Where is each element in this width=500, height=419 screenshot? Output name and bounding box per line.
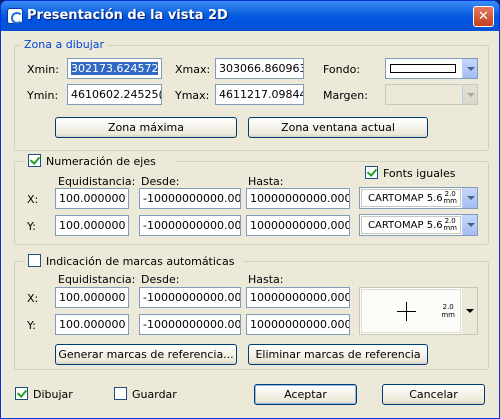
marcas-symbol-preview: 2.0 mm [361,289,461,333]
fondo-combo[interactable] [385,58,478,79]
aceptar-button[interactable]: Aceptar [254,384,357,405]
dibujar-checkbox[interactable] [15,387,28,400]
marcas-col-equidistancia: Equidistancia: [58,273,136,286]
marcas-col-hasta: Hasta: [248,273,284,286]
marcas-symbol-size: 2.0 mm [441,303,455,319]
marcas-symbol-size-value: 2.0 [442,303,454,311]
marcas-symbol-combo[interactable]: 2.0 mm [359,287,478,335]
numeracion-x-font-preview: CARTOMAP 5.6 2.0 mm [361,189,461,207]
marcas-x-label: X: [27,292,39,305]
fonts-iguales-label: Fonts iguales [383,167,456,180]
fonts-iguales-checkbox[interactable] [365,166,378,179]
numeracion-x-hasta[interactable]: 10000000000.0000 [246,188,350,209]
ymax-field[interactable]: 4611217.09844€ [215,84,304,105]
marcas-symbol-size-unit: mm [441,311,455,319]
guardar-label: Guardar [132,388,177,401]
numeracion-x-font-size-unit: mm [443,197,457,205]
fondo-color-swatch [390,64,456,73]
marcas-y-label: Y: [27,319,36,332]
numeracion-y-font-size-unit: mm [443,224,457,232]
numeracion-checkbox[interactable] [28,154,41,167]
numeracion-y-hasta[interactable]: 10000000000.0000 [246,215,350,236]
marcas-x-desde[interactable]: -10000000000.000 [139,287,241,308]
ymin-field[interactable]: 4610602.24525( [67,84,162,105]
fondo-dropdown-arrow-icon[interactable] [462,59,477,78]
numeracion-x-label: X: [27,193,39,206]
marcas-x-equidistancia[interactable]: 100.000000 [55,287,129,308]
numeracion-label: Numeración de ejes [46,155,156,168]
numeracion-y-font-size: 2.0 mm [443,218,457,232]
close-button[interactable]: ✕ [473,6,494,27]
numeracion-x-font-size: 2.0 mm [443,191,457,205]
zona-ventana-actual-button[interactable]: Zona ventana actual [248,117,428,138]
marcas-y-hasta[interactable]: 10000000000.0000 [246,314,350,335]
dibujar-label: Dibujar [33,388,73,401]
title-bar[interactable]: Presentación de la vista 2D ✕ [1,1,499,31]
window-title: Presentación de la vista 2D [27,8,228,23]
fondo-label: Fondo: [323,63,361,76]
numeracion-y-label: Y: [27,220,36,233]
numeracion-x-equidistancia[interactable]: 100.000000 [55,188,129,209]
numeracion-y-equidistancia[interactable]: 100.000000 [55,215,129,236]
numeracion-col-desde: Desde: [141,175,180,188]
marcas-checkbox[interactable] [28,254,41,267]
marcas-x-hasta[interactable]: 10000000000.0000 [246,287,350,308]
numeracion-y-font-combo[interactable]: CARTOMAP 5.6 2.0 mm [359,214,478,236]
app-icon [7,8,23,24]
numeracion-group-header: Numeración de ejes [25,154,175,168]
eliminar-marcas-button[interactable]: Eliminar marcas de referencia [248,344,428,365]
margen-dropdown-arrow-icon[interactable] [462,85,477,104]
marcas-group-header: Indicación de marcas automáticas [25,254,243,268]
numeracion-col-equidistancia: Equidistancia: [58,175,136,188]
guardar-checkbox[interactable] [114,387,127,400]
numeracion-y-font-name: CARTOMAP 5.6 [368,220,443,231]
cancelar-button[interactable]: Cancelar [382,384,485,405]
numeracion-x-font-name: CARTOMAP 5.6 [368,193,443,204]
marcas-label: Indicación de marcas automáticas [46,255,235,268]
ymin-label: Ymin: [27,89,59,102]
xmin-value: 302173.624572 [71,62,159,75]
marcas-y-equidistancia[interactable]: 100.000000 [55,314,129,335]
numeracion-y-font-dropdown-icon[interactable] [462,215,477,235]
marcas-col-desde: Desde: [141,273,180,286]
numeracion-x-font-combo[interactable]: CARTOMAP 5.6 2.0 mm [359,187,478,209]
numeracion-x-desde[interactable]: -10000000000.000 [139,188,241,209]
zona-group-title: Zona a dibujar [21,38,108,51]
dialog-window: Presentación de la vista 2D ✕ Zona a dib… [0,0,500,419]
cross-marker-icon-vertical [406,302,407,321]
xmax-field[interactable]: 303066.860963 [215,58,304,79]
generar-marcas-button[interactable]: Generar marcas de referencia... [55,344,237,365]
zona-maxima-button[interactable]: Zona máxima [55,117,237,138]
numeracion-y-desde[interactable]: -10000000000.000 [139,215,241,236]
margen-label: Margen: [323,89,368,102]
xmin-label: Xmin: [27,63,59,76]
marcas-symbol-dropdown-icon[interactable] [462,288,477,334]
xmin-field[interactable]: 302173.624572 [67,58,162,79]
xmax-label: Xmax: [175,63,211,76]
margen-combo[interactable] [385,84,478,105]
numeracion-col-hasta: Hasta: [248,175,284,188]
numeracion-y-font-preview: CARTOMAP 5.6 2.0 mm [361,216,461,234]
ymax-label: Ymax: [175,89,210,102]
marcas-y-desde[interactable]: -10000000000.000 [139,314,241,335]
numeracion-x-font-dropdown-icon[interactable] [462,188,477,208]
